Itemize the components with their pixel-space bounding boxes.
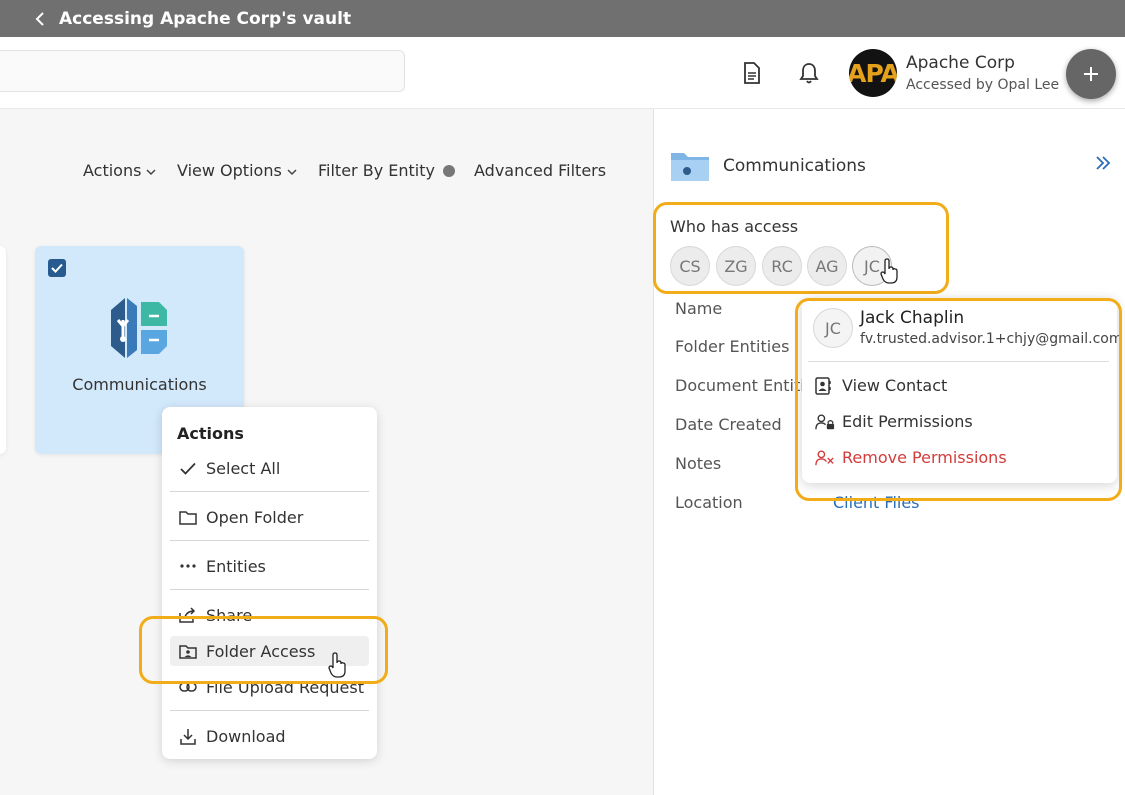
field-label-location: Location bbox=[675, 493, 743, 512]
filter-indicator-dot bbox=[442, 164, 455, 177]
app-header: APA Apache Corp Accessed by Opal Lee bbox=[0, 37, 1125, 109]
contact-email: fv.trusted.advisor.1+chjy@gmail.com bbox=[860, 331, 1123, 347]
bell-icon[interactable] bbox=[797, 61, 821, 85]
folder-user-icon bbox=[178, 644, 198, 659]
folder-icon bbox=[670, 150, 710, 187]
field-label-date-created: Date Created bbox=[675, 415, 782, 434]
link-icon bbox=[178, 681, 198, 693]
location-link[interactable]: Client Files bbox=[833, 493, 920, 512]
ellipsis-icon bbox=[178, 564, 198, 568]
access-avatar[interactable]: CS bbox=[670, 246, 710, 286]
field-label-document-entities: Document Entities bbox=[675, 376, 823, 395]
menu-item-entities[interactable]: Entities bbox=[170, 551, 369, 581]
double-chevron-right-icon[interactable] bbox=[1095, 155, 1111, 176]
actions-menu: Actions Select All Open Folder Entities … bbox=[162, 407, 377, 759]
contact-avatar: JC bbox=[813, 308, 853, 348]
edit-permissions-item[interactable]: Edit Permissions bbox=[815, 412, 973, 431]
check-icon bbox=[178, 462, 198, 475]
contact-name: Jack Chaplin bbox=[860, 308, 965, 328]
document-icon[interactable] bbox=[740, 61, 764, 85]
folder-checkbox[interactable] bbox=[48, 259, 66, 277]
org-name: Apache Corp bbox=[906, 53, 1015, 73]
back-chevron-icon[interactable] bbox=[32, 11, 48, 27]
chevron-down-icon bbox=[146, 161, 156, 180]
actions-dropdown[interactable]: Actions bbox=[83, 161, 156, 180]
menu-item-folder-access[interactable]: Folder Access bbox=[170, 636, 369, 666]
popover-divider bbox=[808, 361, 1109, 362]
toolbar: Actions View Options Filter By Entity Ad… bbox=[0, 161, 653, 185]
who-has-access-label: Who has access bbox=[670, 217, 799, 236]
chevron-down-icon bbox=[287, 161, 297, 180]
filter-by-entity[interactable]: Filter By Entity bbox=[318, 161, 455, 180]
org-logo[interactable]: APA bbox=[849, 49, 897, 97]
folder-card-partial[interactable] bbox=[0, 246, 6, 454]
access-avatar[interactable]: RC bbox=[762, 246, 802, 286]
menu-divider bbox=[170, 540, 369, 541]
folder-name: Communications bbox=[72, 375, 207, 394]
view-options-dropdown[interactable]: View Options bbox=[177, 161, 297, 180]
menu-item-share[interactable]: Share bbox=[170, 600, 369, 630]
user-remove-icon bbox=[815, 449, 835, 467]
advanced-filters[interactable]: Advanced Filters bbox=[474, 161, 606, 180]
contact-popover: JC Jack Chaplin fv.trusted.advisor.1+chj… bbox=[802, 298, 1122, 483]
share-icon bbox=[178, 607, 198, 623]
user-lock-icon bbox=[815, 413, 835, 431]
menu-item-open-folder[interactable]: Open Folder bbox=[170, 502, 369, 532]
vault-banner: Accessing Apache Corp's vault bbox=[0, 0, 1125, 37]
menu-divider bbox=[170, 491, 369, 492]
menu-item-download[interactable]: Download bbox=[170, 721, 369, 751]
access-avatar[interactable]: ZG bbox=[716, 246, 756, 286]
search-input[interactable] bbox=[0, 50, 405, 92]
view-contact-item[interactable]: View Contact bbox=[815, 376, 947, 395]
remove-permissions-item[interactable]: Remove Permissions bbox=[815, 448, 1007, 467]
access-avatar[interactable]: AG bbox=[807, 246, 847, 286]
menu-divider bbox=[170, 589, 369, 590]
download-icon bbox=[178, 728, 198, 745]
menu-item-file-upload-request[interactable]: File Upload Request bbox=[170, 672, 369, 702]
panel-title: Communications bbox=[723, 156, 866, 176]
contact-card-icon bbox=[815, 376, 835, 395]
field-label-name: Name bbox=[675, 299, 723, 318]
accessed-by-label: Accessed by Opal Lee bbox=[906, 77, 1060, 93]
vault-folder-icon bbox=[109, 298, 169, 365]
access-avatar[interactable]: JC bbox=[852, 246, 892, 286]
folder-icon bbox=[178, 510, 198, 525]
field-label-folder-entities: Folder Entities bbox=[675, 337, 790, 356]
add-button[interactable] bbox=[1066, 49, 1116, 99]
plus-icon bbox=[1084, 67, 1098, 81]
vault-title: Accessing Apache Corp's vault bbox=[59, 8, 352, 29]
menu-divider bbox=[170, 710, 369, 711]
field-label-notes: Notes bbox=[675, 454, 722, 473]
menu-title: Actions bbox=[177, 424, 244, 443]
menu-item-select-all[interactable]: Select All bbox=[170, 453, 369, 483]
